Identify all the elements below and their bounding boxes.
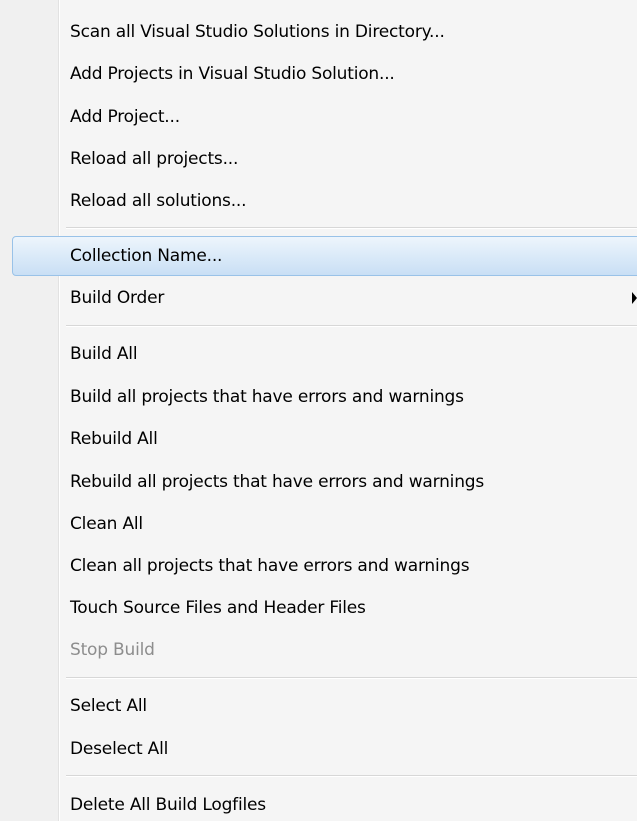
menu-item-add-project[interactable]: Add Project... <box>0 97 637 137</box>
menu-item-label: Clean All <box>70 514 143 534</box>
menu-item-scan-all-solutions[interactable]: Scan all Visual Studio Solutions in Dire… <box>0 12 637 52</box>
menu-item-add-projects-in-solution[interactable]: Add Projects in Visual Studio Solution..… <box>0 54 637 94</box>
menu-item-label: Touch Source Files and Header Files <box>70 598 366 618</box>
menu-separator <box>66 325 637 327</box>
menu-item-clean-all[interactable]: Clean All <box>0 504 637 544</box>
menu-item-build-order[interactable]: Build Order <box>0 278 637 318</box>
menu-item-build-projects-with-errors[interactable]: Build all projects that have errors and … <box>0 377 637 417</box>
menu-item-label: Build Order <box>70 288 165 308</box>
menu-item-label: Stop Build <box>70 640 155 660</box>
menu-separator <box>66 227 637 229</box>
menu-item-rebuild-projects-with-errors[interactable]: Rebuild all projects that have errors an… <box>0 462 637 502</box>
menu-item-label: Add Project... <box>70 107 180 127</box>
menu-item-label: Reload all projects... <box>70 149 239 169</box>
menu-item-label: Build All <box>70 344 138 364</box>
menu-item-delete-build-logfiles[interactable]: Delete All Build Logfiles <box>0 785 637 821</box>
menu-item-label: Clean all projects that have errors and … <box>70 556 470 576</box>
context-menu: Scan all Visual Studio Solutions in Dire… <box>0 0 637 821</box>
menu-item-label: Select All <box>70 696 147 716</box>
menu-item-reload-all-solutions[interactable]: Reload all solutions... <box>0 181 637 221</box>
menu-item-label: Collection Name... <box>70 246 223 266</box>
menu-item-label: Delete All Build Logfiles <box>70 795 266 815</box>
menu-item-label: Deselect All <box>70 739 169 759</box>
menu-item-deselect-all[interactable]: Deselect All <box>0 729 637 769</box>
menu-separator <box>66 775 637 777</box>
menu-item-label: Rebuild All <box>70 429 158 449</box>
menu-item-rebuild-all[interactable]: Rebuild All <box>0 419 637 459</box>
menu-item-label: Scan all Visual Studio Solutions in Dire… <box>70 22 445 42</box>
menu-item-label: Reload all solutions... <box>70 191 247 211</box>
menu-item-clean-projects-with-errors[interactable]: Clean all projects that have errors and … <box>0 546 637 586</box>
menu-item-reload-all-projects[interactable]: Reload all projects... <box>0 139 637 179</box>
menu-item-select-all[interactable]: Select All <box>0 686 637 726</box>
menu-item-label: Rebuild all projects that have errors an… <box>70 472 485 492</box>
submenu-arrow-icon <box>632 292 637 304</box>
menu-item-label: Add Projects in Visual Studio Solution..… <box>70 64 395 84</box>
menu-item-build-all[interactable]: Build All <box>0 334 637 374</box>
menu-item-collection-name[interactable]: Collection Name... <box>12 236 637 276</box>
menu-item-label: Build all projects that have errors and … <box>70 387 464 407</box>
menu-item-stop-build: Stop Build <box>0 630 637 670</box>
menu-item-touch-source-files[interactable]: Touch Source Files and Header Files <box>0 588 637 628</box>
menu-separator <box>66 677 637 679</box>
